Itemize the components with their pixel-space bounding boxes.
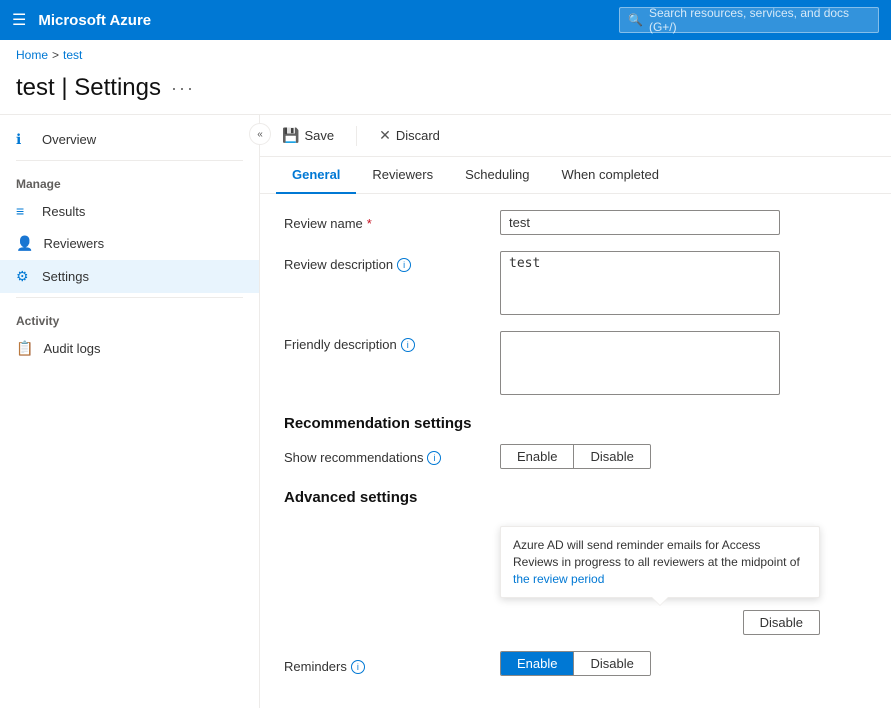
recommendation-settings-heading: Recommendation settings	[284, 415, 867, 432]
main-layout: « ℹ Overview Manage ≡ Results 👤 Reviewer…	[0, 114, 891, 708]
tooltip-area: Azure AD will send reminder emails for A…	[284, 518, 867, 635]
sidebar-audit-logs-label: Audit logs	[43, 341, 100, 356]
friendly-description-label: Friendly description i	[284, 331, 484, 352]
discard-icon: ✕	[379, 127, 391, 144]
sidebar-divider-2	[16, 297, 243, 298]
search-bar[interactable]: 🔍 Search resources, services, and docs (…	[619, 7, 879, 33]
breadcrumb: Home > test	[0, 40, 891, 70]
tab-scheduling[interactable]: Scheduling	[449, 157, 545, 194]
form-content: Review name * Review description i test	[260, 194, 891, 708]
show-recommendations-info-icon[interactable]: i	[427, 451, 441, 465]
reminders-disable-button[interactable]: Disable	[573, 652, 649, 675]
sidebar-item-results[interactable]: ≡ Results	[0, 195, 259, 227]
review-description-info-icon[interactable]: i	[397, 258, 411, 272]
save-label: Save	[304, 128, 334, 143]
app-title: Microsoft Azure	[38, 12, 607, 29]
breadcrumb-section[interactable]: test	[63, 48, 82, 62]
review-description-row: Review description i test	[284, 251, 867, 315]
sidebar-overview-label: Overview	[42, 132, 96, 147]
sidebar: « ℹ Overview Manage ≡ Results 👤 Reviewer…	[0, 115, 260, 708]
search-placeholder: Search resources, services, and docs (G+…	[649, 6, 870, 34]
toolbar: 💾 Save ✕ Discard	[260, 115, 891, 157]
tooltip-callout: Azure AD will send reminder emails for A…	[500, 526, 820, 598]
friendly-description-input[interactable]	[500, 331, 780, 395]
sidebar-settings-label: Settings	[42, 269, 89, 284]
discard-label: Discard	[396, 128, 440, 143]
hamburger-icon[interactable]: ☰	[12, 10, 26, 30]
friendly-description-row: Friendly description i	[284, 331, 867, 395]
review-description-label: Review description i	[284, 251, 484, 272]
tabs: General Reviewers Scheduling When comple…	[260, 157, 891, 194]
review-name-input[interactable]	[500, 210, 780, 235]
sidebar-manage-section: Manage	[0, 165, 259, 195]
sidebar-item-reviewers[interactable]: 👤 Reviewers	[0, 227, 259, 260]
page-title: test | Settings	[16, 74, 161, 102]
advanced-settings-heading: Advanced settings	[284, 489, 867, 506]
reviewers-icon: 👤	[16, 235, 33, 252]
breadcrumb-home[interactable]: Home	[16, 48, 48, 62]
breadcrumb-sep1: >	[52, 48, 59, 62]
more-options-button[interactable]: ···	[171, 78, 195, 99]
review-name-row: Review name *	[284, 210, 867, 235]
info-icon: ℹ	[16, 131, 32, 148]
sidebar-reviewers-label: Reviewers	[43, 236, 104, 251]
sidebar-results-label: Results	[42, 204, 85, 219]
sidebar-activity-section: Activity	[0, 302, 259, 332]
toolbar-divider	[356, 126, 357, 146]
reminders-toggle: Enable Disable	[500, 651, 651, 676]
reminders-info-icon[interactable]: i	[351, 660, 365, 674]
tab-general[interactable]: General	[276, 157, 356, 194]
sidebar-item-audit-logs[interactable]: 📋 Audit logs	[0, 332, 259, 365]
content-area: 💾 Save ✕ Discard General Reviewers Sched…	[260, 115, 891, 708]
advanced-disable-button[interactable]: Disable	[743, 610, 820, 635]
tab-when-completed[interactable]: When completed	[545, 157, 675, 194]
sidebar-collapse-button[interactable]: «	[249, 123, 271, 145]
results-icon: ≡	[16, 203, 32, 219]
tooltip-text-before: Azure AD will send reminder emails for A…	[513, 538, 800, 569]
review-description-input[interactable]: test	[500, 251, 780, 315]
discard-button[interactable]: ✕ Discard	[373, 123, 446, 148]
sidebar-item-settings[interactable]: ⚙ Settings	[0, 260, 259, 293]
settings-icon: ⚙	[16, 268, 32, 285]
reminders-enable-button[interactable]: Enable	[501, 652, 573, 675]
audit-logs-icon: 📋	[16, 340, 33, 357]
page-header: test | Settings ···	[0, 70, 891, 114]
review-name-label: Review name *	[284, 210, 484, 231]
show-recommendations-toggle: Enable Disable	[500, 444, 651, 469]
save-icon: 💾	[282, 127, 299, 144]
show-recommendations-enable-button[interactable]: Enable	[501, 445, 573, 468]
show-recommendations-row: Show recommendations i Enable Disable	[284, 444, 867, 469]
show-recommendations-label: Show recommendations i	[284, 444, 484, 465]
required-star: *	[367, 216, 372, 231]
tab-reviewers[interactable]: Reviewers	[356, 157, 449, 194]
reminders-row: Reminders i Enable Disable	[284, 651, 867, 676]
tooltip-link[interactable]: the review period	[513, 572, 604, 586]
show-recommendations-disable-button[interactable]: Disable	[573, 445, 649, 468]
page-container: Home > test test | Settings ··· « ℹ Over…	[0, 40, 891, 708]
topbar: ☰ Microsoft Azure 🔍 Search resources, se…	[0, 0, 891, 40]
reminders-label: Reminders i	[284, 653, 484, 674]
sidebar-divider-1	[16, 160, 243, 161]
save-button[interactable]: 💾 Save	[276, 123, 340, 148]
sidebar-item-overview[interactable]: ℹ Overview	[0, 123, 259, 156]
search-icon: 🔍	[628, 13, 643, 27]
friendly-description-info-icon[interactable]: i	[401, 338, 415, 352]
